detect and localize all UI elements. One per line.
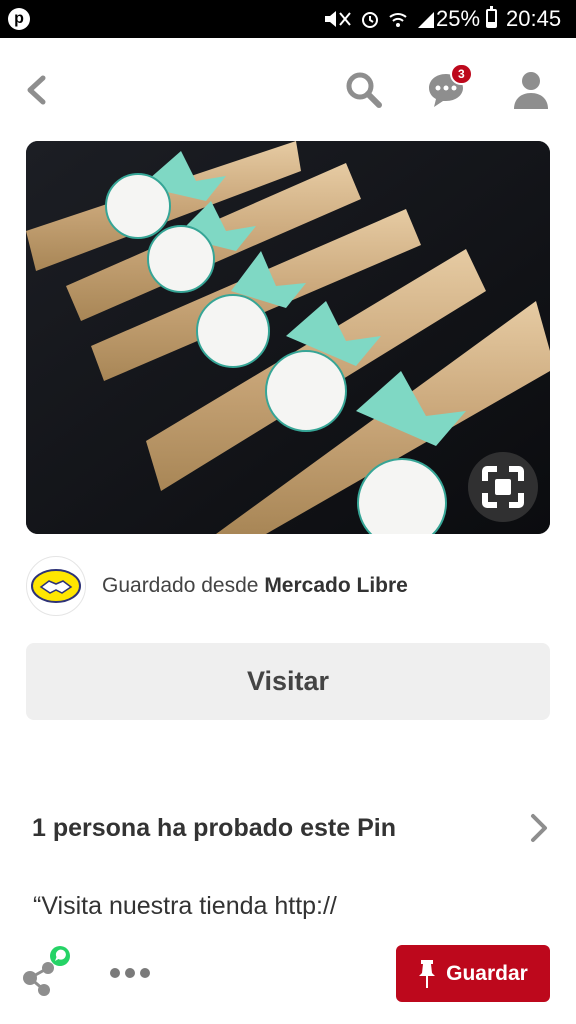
wifi-icon (389, 13, 407, 27)
notification-badge: 3 (450, 63, 473, 85)
pin-image[interactable] (26, 141, 550, 534)
source-prefix: Guardado desde (102, 574, 259, 597)
status-bar: p 25% 20:45 (0, 0, 576, 38)
alarm-icon (362, 12, 378, 28)
visit-button[interactable]: Visitar (26, 643, 550, 720)
source-name[interactable]: Mercado Libre (264, 574, 408, 597)
person-icon (514, 72, 548, 109)
chevron-right-icon (531, 814, 547, 842)
tried-label: 1 persona ha probado este Pin (32, 813, 396, 842)
clock: 20:45 (506, 6, 562, 31)
more-button[interactable] (106, 958, 154, 988)
system-icons (322, 8, 436, 30)
more-dots-icon (140, 968, 150, 978)
lens-icon (482, 466, 524, 508)
signal-icon (418, 12, 434, 28)
save-label: Guardar (446, 961, 528, 985)
pin-header: 3 (0, 38, 576, 138)
mute-icon (325, 11, 351, 27)
tried-pin-row[interactable]: 1 persona ha probado este Pin (26, 800, 550, 856)
share-icon (23, 946, 70, 996)
handshake-icon (31, 569, 81, 603)
profile-button[interactable] (508, 66, 554, 114)
share-button[interactable] (20, 946, 74, 996)
more-dots-icon (110, 968, 120, 978)
search-button[interactable] (340, 66, 388, 114)
source-avatar (26, 556, 86, 616)
source-text: Guardado desde Mercado Libre (102, 574, 408, 598)
more-dots-icon (125, 968, 135, 978)
pin-icon (419, 959, 436, 988)
pin-source[interactable]: Guardado desde Mercado Libre (26, 556, 550, 616)
pin-description: “Visita nuestra tienda http:// (33, 892, 337, 920)
visual-search-button[interactable] (468, 452, 538, 522)
back-arrow-icon (27, 75, 46, 105)
save-button[interactable]: Guardar (396, 945, 550, 1002)
pinterest-icon: p (8, 8, 30, 30)
search-icon (346, 72, 382, 108)
battery-icon (486, 6, 497, 28)
notifications-button[interactable]: 3 (420, 63, 473, 114)
battery-percent: 25% (436, 6, 481, 31)
back-button[interactable] (14, 68, 58, 112)
